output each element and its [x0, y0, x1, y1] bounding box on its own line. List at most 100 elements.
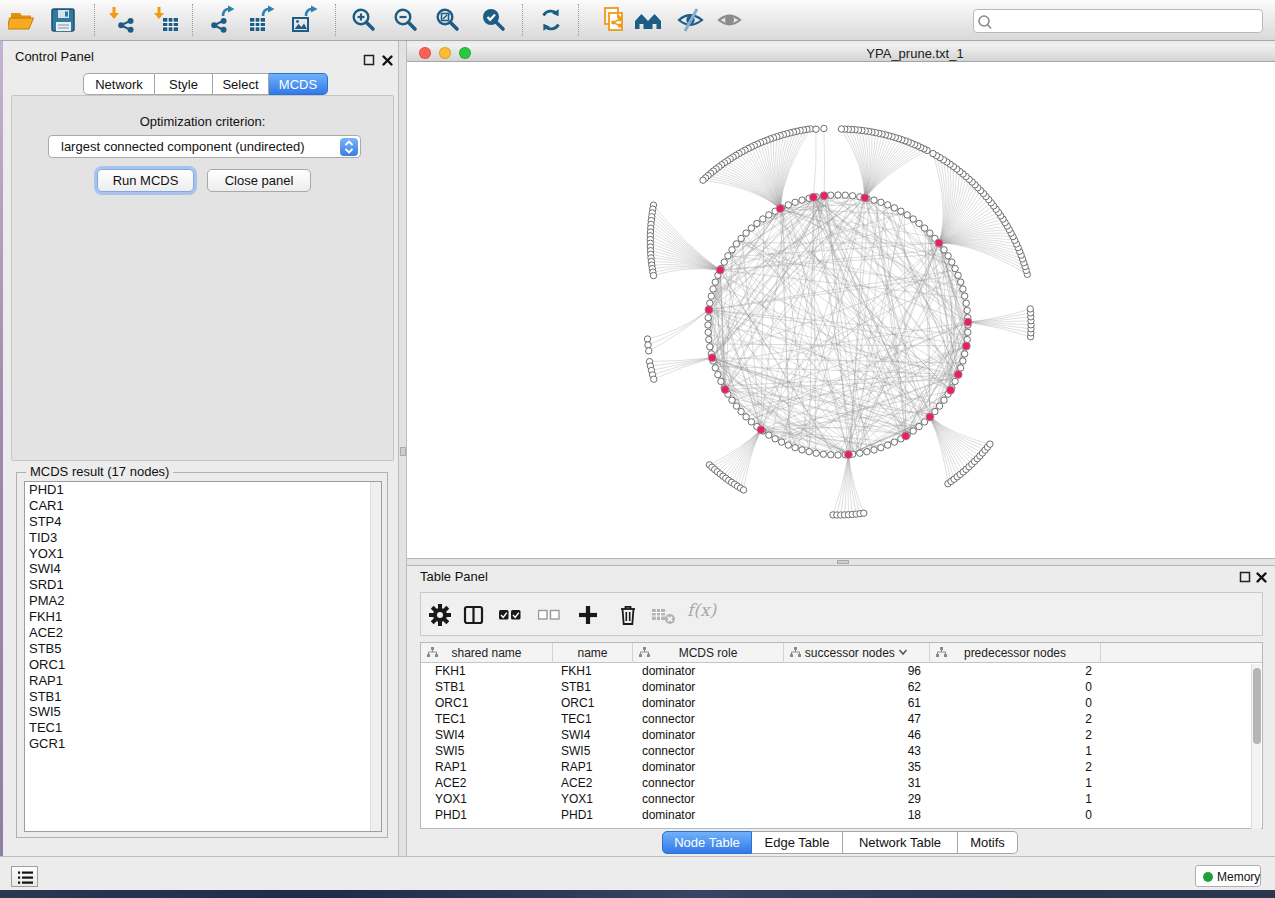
table-cell: 43: [784, 744, 921, 758]
column-header-predecessor-nodes[interactable]: predecessor nodes: [930, 643, 1101, 663]
table-row[interactable]: SWI5SWI5connector431: [421, 743, 1262, 759]
table-cell: STB1: [561, 680, 591, 694]
mcds-result-item[interactable]: STB1: [25, 689, 381, 705]
table-cell: SWI4: [435, 728, 464, 742]
table-cell: connector: [642, 792, 695, 806]
tab-style[interactable]: Style: [155, 73, 213, 95]
table-row[interactable]: ACE2ACE2connector311: [421, 775, 1262, 791]
list-scrollbar[interactable]: [370, 482, 381, 831]
zoom-selected-icon[interactable]: [479, 5, 509, 35]
network-overview-icon[interactable]: [633, 5, 663, 35]
mcds-result-item[interactable]: PMA2: [25, 593, 381, 609]
scrollbar-thumb[interactable]: [1253, 668, 1261, 744]
tab-mcds[interactable]: MCDS: [269, 73, 328, 95]
zoom-in-icon[interactable]: [349, 5, 379, 35]
close-panel-icon[interactable]: [381, 54, 394, 67]
table-scrollbar[interactable]: [1251, 664, 1261, 829]
table-row[interactable]: STB1STB1dominator620: [421, 679, 1262, 695]
tab-network[interactable]: Network: [83, 73, 155, 95]
network-window-titlebar[interactable]: YPA_prune.txt_1: [407, 44, 1275, 62]
criterion-dropdown[interactable]: largest connected component (undirected): [48, 135, 361, 158]
close-panel-icon[interactable]: [1255, 571, 1268, 584]
table-cell: 1: [930, 792, 1092, 806]
splitter-grip[interactable]: [400, 447, 406, 456]
deselect-all-check-icon[interactable]: [538, 604, 562, 629]
network-canvas[interactable]: [407, 62, 1275, 558]
mcds-result-item[interactable]: YOX1: [25, 546, 381, 562]
table-row[interactable]: ORC1ORC1dominator610: [421, 695, 1262, 711]
table-settings-icon[interactable]: [429, 604, 451, 629]
mcds-result-item[interactable]: TID3: [25, 530, 381, 546]
open-session-icon[interactable]: [8, 5, 38, 35]
show-columns-icon[interactable]: [463, 604, 485, 629]
run-mcds-button[interactable]: Run MCDS: [97, 169, 194, 192]
mcds-result-item[interactable]: FKH1: [25, 609, 381, 625]
table-row[interactable]: YOX1YOX1connector291: [421, 791, 1262, 807]
table-cell: 2: [930, 664, 1092, 678]
tab-select[interactable]: Select: [213, 73, 269, 95]
delete-column-icon[interactable]: [617, 604, 639, 629]
table-row[interactable]: FKH1FKH1dominator962: [421, 663, 1262, 679]
tab-edge-table[interactable]: Edge Table: [752, 831, 843, 854]
mcds-result-item[interactable]: STP4: [25, 514, 381, 530]
mcds-result-item[interactable]: GCR1: [25, 736, 381, 752]
refresh-view-icon[interactable]: [536, 5, 566, 35]
table-row[interactable]: PHD1PHD1dominator180: [421, 807, 1262, 823]
tab-motifs[interactable]: Motifs: [958, 831, 1018, 854]
table-row[interactable]: RAP1RAP1dominator352: [421, 759, 1262, 775]
duplicate-network-icon[interactable]: [598, 5, 628, 35]
mcds-result-item[interactable]: ACE2: [25, 625, 381, 641]
table-cell: TEC1: [435, 712, 466, 726]
table-cell: 29: [784, 792, 921, 806]
horizontal-splitter[interactable]: [407, 558, 1275, 566]
task-history-button[interactable]: [11, 866, 38, 887]
sort-descending-icon: [898, 646, 908, 660]
table-cell: connector: [642, 712, 695, 726]
float-panel-icon[interactable]: [1239, 571, 1252, 584]
column-header-MCDS-role[interactable]: MCDS role: [633, 643, 784, 663]
mcds-result-item[interactable]: PHD1: [25, 482, 381, 498]
hide-selected-icon[interactable]: [676, 5, 706, 35]
maximize-window-icon[interactable]: [459, 47, 471, 59]
float-panel-icon[interactable]: [363, 54, 376, 67]
close-window-icon[interactable]: [419, 47, 431, 59]
zoom-fit-icon[interactable]: [433, 5, 463, 35]
tab-node-table[interactable]: Node Table: [662, 831, 752, 854]
select-all-check-icon[interactable]: [499, 604, 523, 629]
show-all-icon[interactable]: [715, 5, 745, 35]
table-row[interactable]: TEC1TEC1connector472: [421, 711, 1262, 727]
vertical-splitter[interactable]: [398, 41, 407, 856]
close-panel-button[interactable]: Close panel: [207, 169, 311, 192]
mcds-result-item[interactable]: TEC1: [25, 720, 381, 736]
add-column-icon[interactable]: [577, 604, 599, 629]
save-session-icon[interactable]: [48, 5, 78, 35]
mcds-result-item[interactable]: ORC1: [25, 657, 381, 673]
tab-network-table[interactable]: Network Table: [843, 831, 958, 854]
column-header-shared-name[interactable]: shared name: [421, 643, 553, 663]
minimize-window-icon[interactable]: [439, 47, 451, 59]
search-input[interactable]: [973, 9, 1263, 33]
zoom-out-icon[interactable]: [391, 5, 421, 35]
criterion-value: largest connected component (undirected): [61, 139, 305, 154]
column-header-successor-nodes[interactable]: successor nodes: [784, 643, 930, 663]
mcds-result-item[interactable]: STB5: [25, 641, 381, 657]
export-network-icon[interactable]: [208, 5, 238, 35]
mcds-result-item[interactable]: SWI4: [25, 561, 381, 577]
mcds-result-item[interactable]: CAR1: [25, 498, 381, 514]
mcds-result-list[interactable]: PHD1CAR1STP4TID3YOX1SWI4SRD1PMA2FKH1ACE2…: [24, 481, 382, 832]
mcds-result-item[interactable]: SRD1: [25, 577, 381, 593]
memory-button[interactable]: Memory: [1195, 865, 1261, 887]
splitter-grip[interactable]: [837, 560, 849, 564]
table-cell: 96: [784, 664, 921, 678]
mcds-result-item[interactable]: RAP1: [25, 673, 381, 689]
column-header-name[interactable]: name: [553, 643, 633, 663]
table-cell: 47: [784, 712, 921, 726]
mcds-result-item[interactable]: SWI5: [25, 704, 381, 720]
import-table-icon[interactable]: [151, 5, 181, 35]
table-toolbar: f(x): [420, 592, 1263, 636]
export-table-icon[interactable]: [248, 5, 278, 35]
import-network-icon[interactable]: [106, 5, 136, 35]
table-cell: SWI4: [561, 728, 590, 742]
export-image-icon[interactable]: [291, 5, 321, 35]
table-row[interactable]: SWI4SWI4dominator462: [421, 727, 1262, 743]
